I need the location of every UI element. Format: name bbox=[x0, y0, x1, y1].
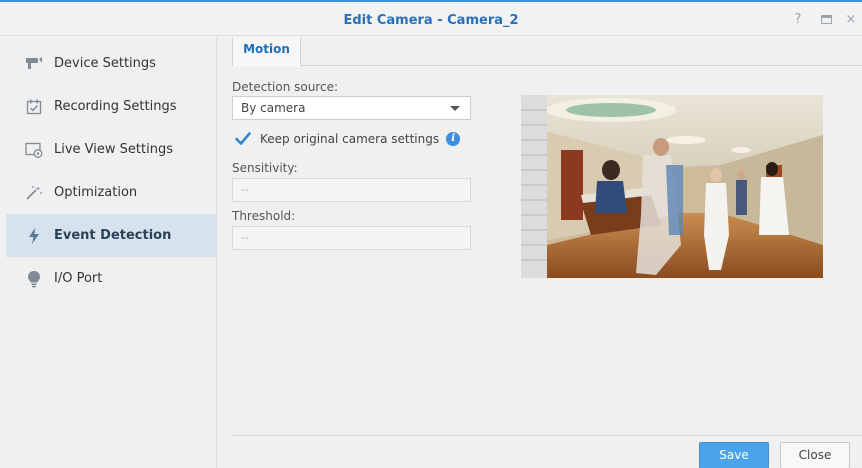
sidebar-item-label: Event Detection bbox=[54, 228, 172, 243]
tab-motion[interactable]: Motion bbox=[232, 37, 301, 67]
bulb-icon bbox=[24, 269, 44, 289]
magic-wand-icon bbox=[24, 183, 44, 203]
keep-original-checkbox[interactable] bbox=[235, 131, 251, 147]
threshold-label: Threshold: bbox=[232, 209, 296, 223]
save-button[interactable]: Save bbox=[699, 442, 769, 468]
maximize-icon[interactable] bbox=[818, 12, 834, 28]
keep-original-row: Keep original camera settings i bbox=[235, 130, 461, 148]
live-view-icon bbox=[24, 140, 44, 160]
calendar-check-icon bbox=[24, 97, 44, 117]
main-panel: Motion Detection source: By camera Keep … bbox=[217, 37, 862, 468]
tab-bar: Motion bbox=[232, 37, 862, 67]
lightning-icon bbox=[24, 226, 44, 246]
threshold-input[interactable]: -- bbox=[232, 226, 471, 250]
title-bar: Edit Camera - Camera_2 ? × bbox=[0, 4, 862, 36]
sidebar-item-device-settings[interactable]: Device Settings bbox=[6, 42, 217, 85]
sidebar-item-label: Live View Settings bbox=[54, 142, 173, 157]
detection-source-select[interactable]: By camera bbox=[232, 96, 471, 120]
sidebar-item-event-detection[interactable]: Event Detection bbox=[6, 214, 217, 257]
keep-original-label: Keep original camera settings bbox=[260, 132, 440, 146]
sidebar: Device Settings Recording Settings Live … bbox=[0, 37, 217, 468]
sidebar-item-label: I/O Port bbox=[54, 271, 103, 286]
detection-source-label: Detection source: bbox=[232, 80, 339, 94]
sidebar-item-live-view-settings[interactable]: Live View Settings bbox=[6, 128, 217, 171]
edit-camera-dialog: Edit Camera - Camera_2 ? × Device Settin… bbox=[0, 0, 862, 468]
sensitivity-label: Sensitivity: bbox=[232, 161, 298, 175]
chevron-down-icon bbox=[450, 106, 460, 111]
sidebar-item-io-port[interactable]: I/O Port bbox=[6, 257, 217, 300]
dialog-title: Edit Camera - Camera_2 bbox=[343, 13, 519, 28]
help-icon[interactable]: ? bbox=[790, 12, 806, 28]
sidebar-item-label: Recording Settings bbox=[54, 99, 177, 114]
sidebar-item-recording-settings[interactable]: Recording Settings bbox=[6, 85, 217, 128]
sidebar-item-label: Optimization bbox=[54, 185, 138, 200]
detection-source-value: By camera bbox=[241, 101, 306, 115]
close-button[interactable]: Close bbox=[780, 442, 850, 468]
close-icon[interactable]: × bbox=[843, 12, 859, 28]
sensitivity-input[interactable]: -- bbox=[232, 178, 471, 202]
sidebar-item-label: Device Settings bbox=[54, 56, 156, 71]
footer-divider bbox=[232, 435, 862, 436]
camera-icon bbox=[24, 54, 44, 74]
camera-preview-image bbox=[521, 95, 823, 278]
sidebar-item-optimization[interactable]: Optimization bbox=[6, 171, 217, 214]
info-icon[interactable]: i bbox=[446, 132, 461, 146]
